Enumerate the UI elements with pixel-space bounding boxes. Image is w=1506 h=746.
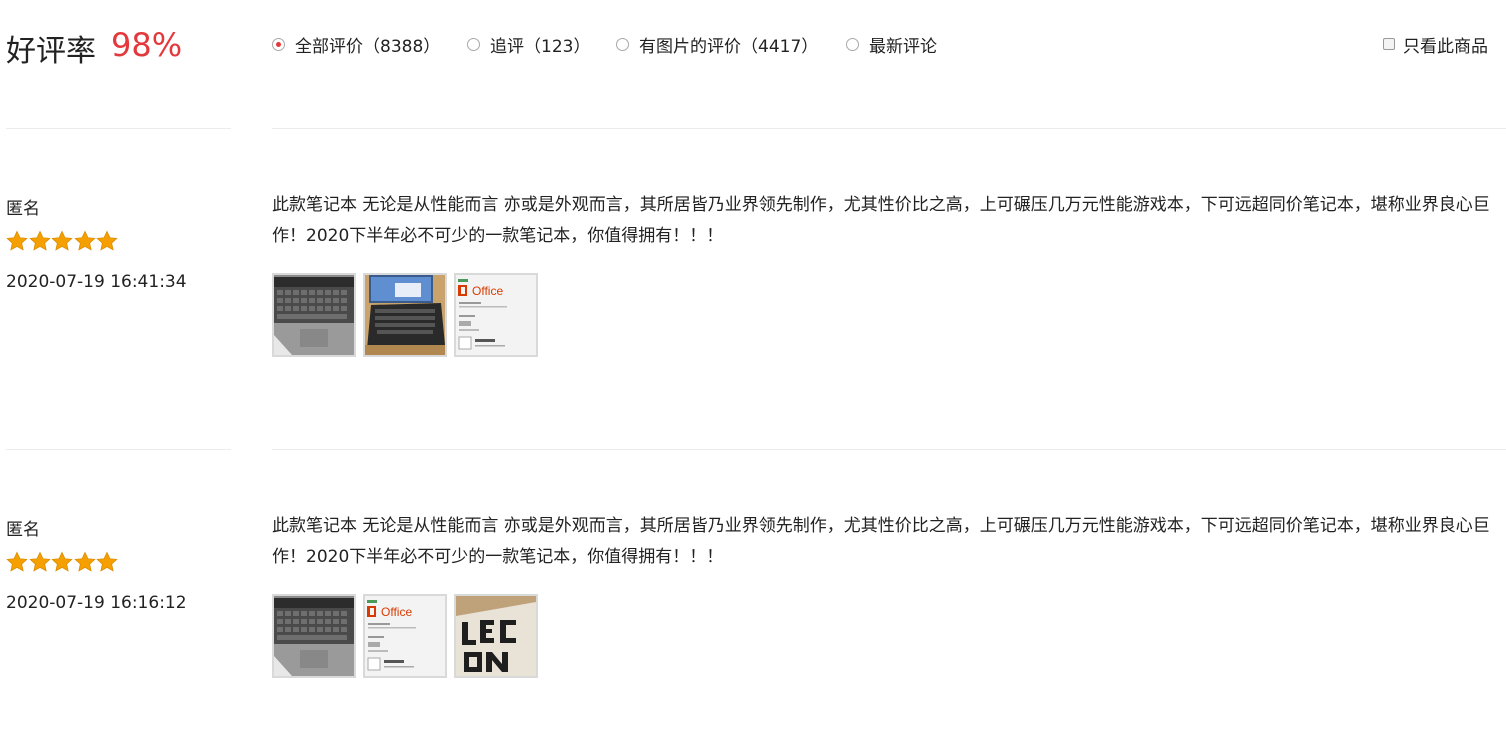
radio-icon[interactable] <box>467 37 480 51</box>
star-icon <box>51 551 73 572</box>
checkbox-icon[interactable] <box>1383 38 1395 50</box>
star-icon <box>73 551 96 572</box>
filter-label: 全部评价（8388） <box>295 36 441 57</box>
star-icon <box>96 551 118 572</box>
divider <box>272 449 1506 450</box>
divider <box>6 449 231 450</box>
laptop-screen-photo-icon <box>365 275 445 355</box>
reviewer-name: 匿名 <box>6 520 40 540</box>
radio-icon[interactable] <box>272 37 285 51</box>
star-icon <box>28 230 51 251</box>
radio-icon[interactable] <box>846 37 859 51</box>
star-icon <box>73 230 96 251</box>
review-image-thumb[interactable] <box>363 273 447 357</box>
positive-rate-value: 98% <box>111 26 183 64</box>
laptop-keyboard-photo-icon <box>274 275 354 355</box>
divider <box>272 128 1506 129</box>
review-text: 此款笔记本 无论是从性能而言 亦或是外观而言，其所居皆乃业界领先制作，尤其性价比… <box>272 195 1490 246</box>
review-time: 2020-07-19 16:41:34 <box>6 272 187 292</box>
laptop-keyboard-photo-icon <box>274 596 354 676</box>
filter-label: 最新评论 <box>869 36 937 57</box>
star-rating <box>6 551 119 573</box>
review-images: Office <box>272 594 545 678</box>
star-icon <box>6 230 28 251</box>
filter-follow-up-reviews[interactable]: 追评（123） <box>467 33 591 57</box>
filter-reviews-with-images[interactable]: 有图片的评价（4417） <box>616 33 819 57</box>
radio-icon[interactable] <box>616 37 629 51</box>
review-image-thumb[interactable]: Office <box>454 273 538 357</box>
filter-all-reviews[interactable]: 全部评价（8388） <box>272 33 441 57</box>
star-rating <box>6 230 119 252</box>
review-time: 2020-07-19 16:16:12 <box>6 593 187 613</box>
star-icon <box>96 230 118 251</box>
review-images: Office <box>272 273 545 357</box>
review-image-thumb[interactable] <box>454 594 538 678</box>
star-icon <box>28 551 51 572</box>
star-icon <box>51 230 73 251</box>
divider <box>6 128 231 129</box>
positive-rate-title: 好评率 <box>6 34 96 69</box>
star-icon <box>6 551 28 572</box>
office-logo-text: Office <box>472 284 503 298</box>
office-card-photo-icon: Office <box>456 275 536 355</box>
review-text: 此款笔记本 无论是从性能而言 亦或是外观而言，其所居皆乃业界领先制作，尤其性价比… <box>272 516 1490 567</box>
filter-label: 追评（123） <box>490 36 591 57</box>
review-image-thumb[interactable] <box>272 273 356 357</box>
legion-box-photo-icon <box>456 596 536 676</box>
office-logo-text: Office <box>381 605 412 619</box>
filter-label: 有图片的评价（4417） <box>639 36 819 57</box>
office-card-photo-icon: Office <box>365 596 445 676</box>
only-this-product-label: 只看此商品 <box>1403 36 1488 57</box>
review-image-thumb[interactable]: Office <box>363 594 447 678</box>
only-this-product-toggle[interactable]: 只看此商品 <box>1383 33 1488 57</box>
reviewer-name: 匿名 <box>6 199 40 219</box>
filter-latest-reviews[interactable]: 最新评论 <box>846 33 937 57</box>
review-image-thumb[interactable] <box>272 594 356 678</box>
